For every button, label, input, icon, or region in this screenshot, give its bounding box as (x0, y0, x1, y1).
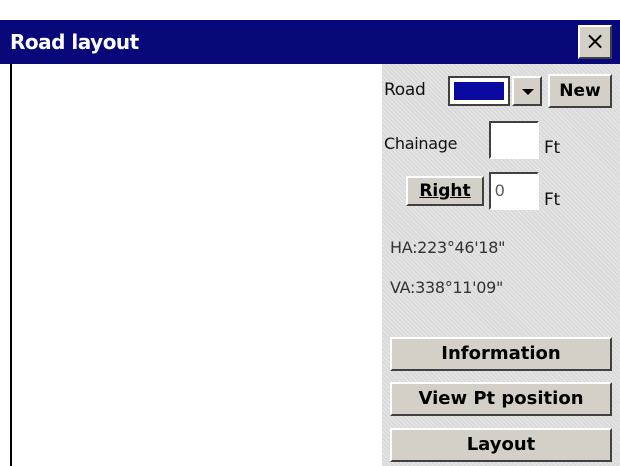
information-button[interactable]: Information (390, 337, 612, 371)
close-button[interactable]: × (578, 25, 612, 59)
close-icon: × (584, 27, 606, 55)
new-road-button[interactable]: New (548, 74, 612, 108)
view-pt-position-button[interactable]: View Pt position (390, 382, 612, 416)
road-label: Road (384, 80, 426, 100)
window-title: Road layout (10, 30, 139, 54)
road-layout-window: Road layout × Road New Chainage Ft Right… (0, 0, 620, 466)
chainage-unit: Ft (544, 138, 560, 158)
vertical-angle-readout: VA:338°11'09" (390, 278, 504, 297)
road-selected-value (453, 81, 505, 101)
offset-unit: Ft (544, 190, 560, 210)
horizontal-angle-readout: HA:223°46'18" (390, 238, 506, 257)
road-dropdown-button[interactable] (512, 76, 542, 106)
layout-button[interactable]: Layout (390, 428, 612, 462)
offset-side-button[interactable]: Right (406, 176, 484, 206)
road-select[interactable] (448, 76, 510, 106)
offset-input[interactable] (489, 172, 539, 210)
layout-view-area[interactable] (10, 64, 382, 466)
chainage-label: Chainage (384, 134, 458, 153)
chainage-input[interactable] (489, 121, 539, 159)
title-bar: Road layout × (0, 20, 620, 64)
